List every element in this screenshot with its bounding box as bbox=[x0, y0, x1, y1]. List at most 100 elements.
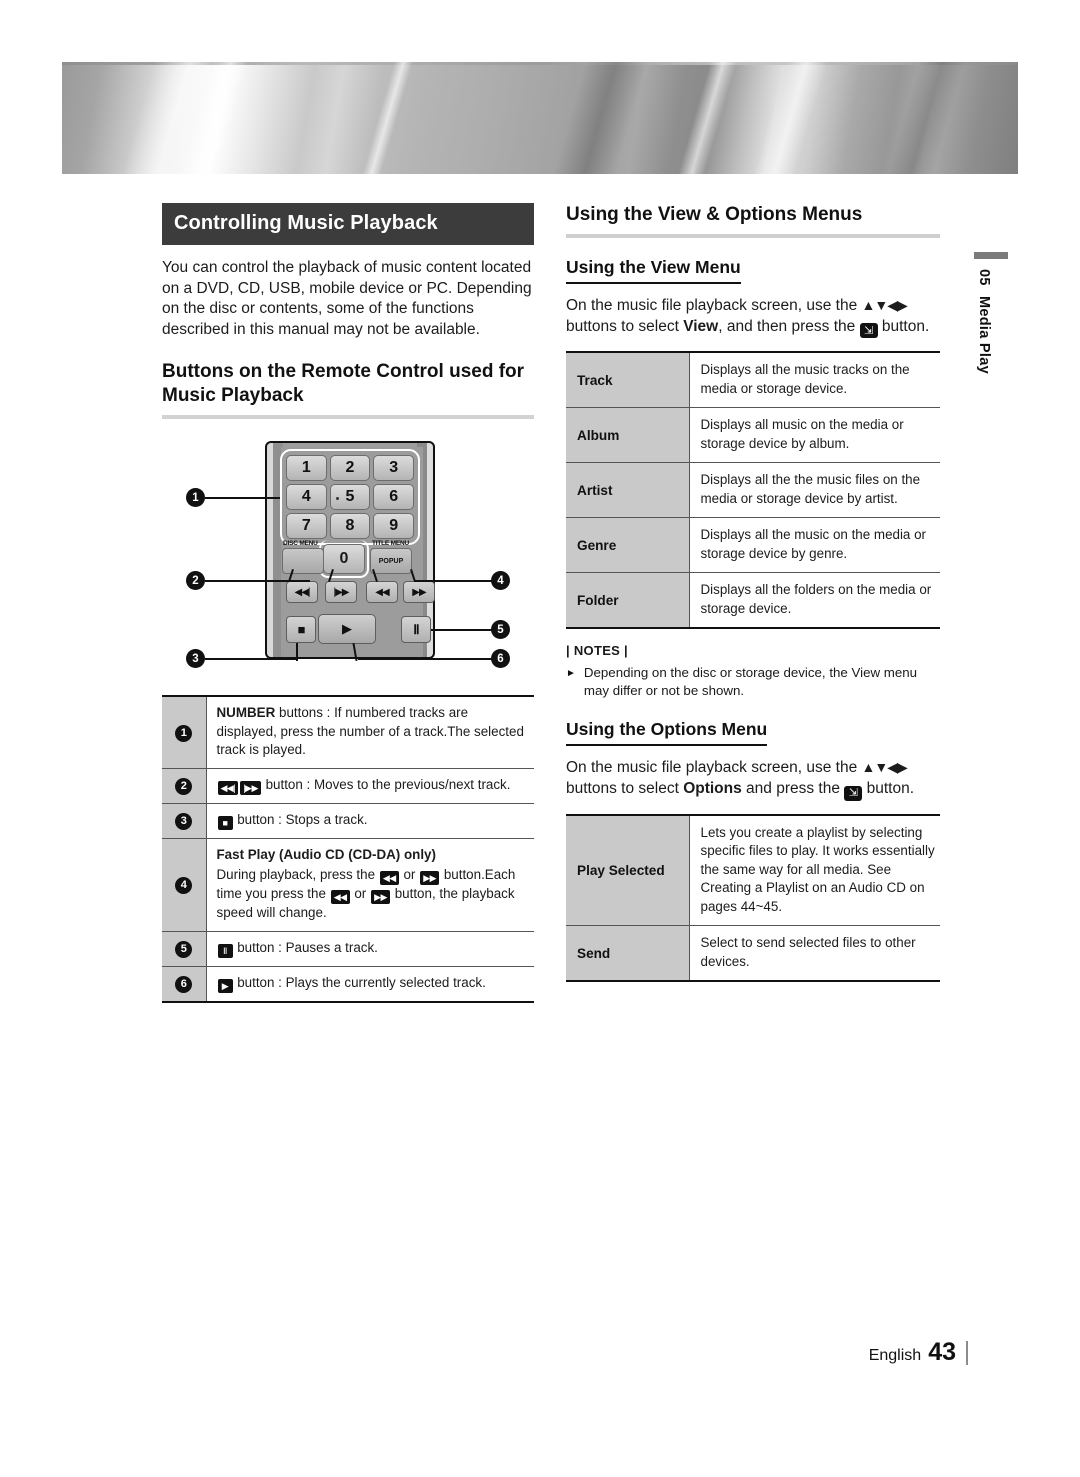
table-row: Play Selected Lets you create a playlist… bbox=[566, 813, 940, 926]
banner-streak bbox=[664, 62, 748, 174]
chapter-title: Media Play bbox=[976, 295, 992, 374]
chapter-number: 05 bbox=[976, 269, 992, 286]
play-desc: button : Plays the currently selected tr… bbox=[233, 974, 486, 990]
callout-6: 6 bbox=[491, 649, 510, 668]
right-column: Using the View & Options Menus Using the… bbox=[566, 203, 940, 982]
fast-play-heading: Fast Play (Audio CD (CD-DA) only) bbox=[216, 847, 436, 862]
view-menu-intro: On the music file playback screen, use t… bbox=[566, 295, 940, 339]
view-intro-a: On the music file playback screen, use t… bbox=[566, 297, 862, 314]
note-bullet-icon: ► bbox=[566, 668, 576, 680]
remote-forward-button: ▶▶ bbox=[403, 581, 435, 603]
section-rule bbox=[566, 234, 940, 238]
table-row: Send Select to send selected files to ot… bbox=[566, 925, 940, 982]
row-number-cell: 5 bbox=[162, 930, 207, 967]
row-text-cell: ◀◀| |▶▶ button : Moves to the previous/ne… bbox=[206, 767, 534, 804]
page-header-banner bbox=[62, 62, 1018, 174]
title-menu-label: TITLE MENU bbox=[372, 540, 409, 547]
manual-page: 05 Media Play Controlling Music Playback… bbox=[0, 0, 1080, 1477]
view-row-key: Folder bbox=[566, 572, 690, 630]
table-row: 4 Fast Play (Audio CD (CD-DA) only) Durin… bbox=[162, 838, 534, 931]
row-text-cell: Ⅱ button : Pauses a track. bbox=[206, 930, 534, 967]
remote-buttons-table: 1 NUMBER buttons : If numbered tracks ar… bbox=[162, 695, 534, 1003]
fast-play-line1a: During playback, press the bbox=[216, 866, 379, 882]
remote-key-2: 2 bbox=[329, 455, 371, 481]
options-row-key: Play Selected bbox=[566, 813, 690, 926]
row-number-cell: 4 bbox=[162, 838, 207, 931]
callout-5: 5 bbox=[491, 620, 510, 639]
remote-key-0: 0 bbox=[323, 544, 365, 574]
footer-rule bbox=[966, 1340, 968, 1365]
remote-key-7: 7 bbox=[286, 513, 327, 539]
section-title-view-options-menus: Using the View & Options Menus bbox=[566, 204, 863, 225]
fast-play-line1b: or bbox=[399, 866, 420, 882]
view-intro-d: button. bbox=[877, 317, 930, 335]
row-number-cell: 3 bbox=[162, 802, 207, 839]
footer-language: English bbox=[868, 1347, 922, 1364]
remote-pause-button: Ⅱ bbox=[401, 616, 431, 643]
table-row: Album Displays all music on the media or… bbox=[566, 407, 940, 463]
callout-3-leader-b bbox=[296, 643, 298, 661]
page-footer: English 43 bbox=[869, 1338, 968, 1367]
view-row-key: Album bbox=[566, 407, 690, 463]
notes-title: | NOTES | bbox=[566, 643, 628, 659]
view-label: View bbox=[683, 317, 719, 335]
view-row-key: Artist bbox=[566, 462, 690, 518]
disc-menu-button bbox=[282, 548, 324, 574]
options-menu-table: Play Selected Lets you create a playlist… bbox=[566, 813, 940, 983]
callout-1-leader bbox=[205, 497, 280, 499]
row-text-cell: ■ button : Stops a track. bbox=[206, 802, 534, 839]
view-row-value: Displays all the folders on the media or… bbox=[689, 572, 940, 630]
options-menu-heading-wrap: Using the Options Menu bbox=[566, 719, 940, 747]
disc-menu-label: DISC MENU bbox=[283, 540, 318, 547]
remote-key-5: 5 bbox=[329, 484, 371, 510]
table-row: 2 ◀◀| |▶▶ button : Moves to the previous/… bbox=[162, 767, 534, 804]
callout-4: 4 bbox=[491, 571, 510, 590]
options-menu-intro: On the music file playback screen, use t… bbox=[566, 757, 940, 801]
chapter-tab-bar bbox=[974, 252, 1008, 259]
prev-track-icon: ◀◀| bbox=[217, 780, 239, 795]
callout-6-leader bbox=[358, 658, 493, 660]
pause-icon: Ⅱ bbox=[217, 943, 233, 958]
left-column: Controlling Music Playback You can contr… bbox=[162, 203, 534, 1003]
options-row-value: Lets you create a playlist by selecting … bbox=[689, 813, 940, 926]
forward-icon: ▶▶ bbox=[420, 870, 440, 885]
table-row: 6 ▶ button : Plays the currently selecte… bbox=[162, 965, 534, 1003]
table-row: Genre Displays all the music on the medi… bbox=[566, 517, 940, 573]
heading-using-view-menu: Using the View Menu bbox=[566, 257, 741, 284]
options-label: Options bbox=[683, 779, 742, 797]
view-row-key: Track bbox=[566, 351, 690, 408]
callout-3-leader bbox=[205, 658, 297, 660]
view-intro-c: , and then press the bbox=[718, 317, 860, 335]
options-row-value: Select to send selected files to other d… bbox=[689, 925, 940, 982]
remote-key-4: 4 bbox=[286, 484, 327, 510]
badge-1: 1 bbox=[175, 724, 193, 742]
badge-6: 6 bbox=[175, 976, 193, 994]
remote-number-keypad: 1 2 3 4 5 6 7 8 9 bbox=[280, 449, 420, 545]
remote-next-button: |▶▶ bbox=[325, 581, 357, 603]
options-row-key: Send bbox=[566, 925, 690, 982]
stop-icon: ■ bbox=[217, 816, 233, 830]
intro-paragraph: You can control the playback of music co… bbox=[162, 259, 532, 338]
view-row-value: Displays all the the music files on the … bbox=[689, 462, 940, 518]
footer-page-number: 43 bbox=[928, 1338, 956, 1366]
number-buttons-label: NUMBER bbox=[216, 705, 276, 720]
table-row: Artist Displays all the the music files … bbox=[566, 462, 940, 518]
remote-key-6: 6 bbox=[373, 484, 414, 510]
view-intro-b: buttons to select bbox=[566, 317, 684, 335]
remote-key-1: 1 bbox=[286, 455, 327, 481]
note-item: ► Depending on the disc or storage devic… bbox=[566, 664, 940, 700]
row-text-cell: NUMBER buttons : If numbered tracks are … bbox=[206, 695, 534, 768]
callout-1: 1 bbox=[186, 488, 205, 507]
remote-play-button: ▶ bbox=[318, 614, 376, 644]
banner-shade bbox=[540, 62, 657, 174]
remote-prev-button: ◀◀| bbox=[286, 581, 318, 603]
row-number-cell: 1 bbox=[162, 695, 207, 768]
remote-key-3: 3 bbox=[373, 455, 414, 481]
callout-2: 2 bbox=[186, 571, 205, 590]
forward-icon: ▶▶ bbox=[371, 890, 390, 904]
section-title-controlling-music-playback: Controlling Music Playback bbox=[162, 203, 534, 245]
remote-key-8: 8 bbox=[329, 513, 371, 539]
view-menu-heading-wrap: Using the View Menu bbox=[566, 257, 940, 284]
note-text: Depending on the disc or storage device,… bbox=[583, 665, 918, 699]
view-row-value: Displays all the music on the media or s… bbox=[689, 517, 940, 573]
